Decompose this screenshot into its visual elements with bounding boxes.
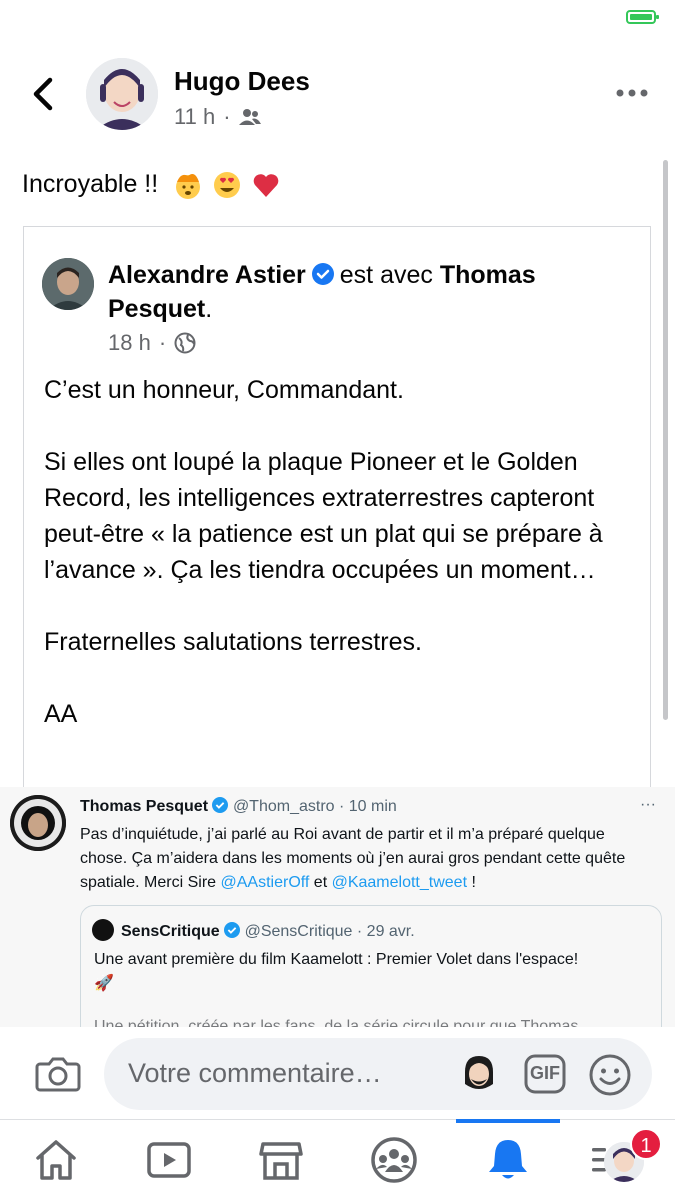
red-heart-emoji-icon [253, 174, 279, 198]
heart-eyes-emoji-icon [214, 172, 241, 199]
nav-divider [0, 1119, 675, 1120]
body-paragraph: C’est un honneur, Commandant. [44, 376, 404, 404]
avatar-sticker-icon[interactable] [460, 1054, 498, 1094]
shared-author-avatar[interactable] [42, 258, 94, 310]
tweet-text-part: et [309, 874, 332, 891]
avatar-illustration [86, 58, 158, 130]
post-meta: 11 h · [174, 104, 261, 130]
author-avatar[interactable] [86, 58, 158, 130]
tagged-suffix: . [205, 295, 213, 323]
body-paragraph: Si elles ont loupé la plaque Pioneer et … [44, 448, 603, 584]
quoted-text-content: Une avant première du film Kaamelott : P… [94, 951, 579, 968]
tweet-text-part: ! [467, 874, 476, 891]
shared-post-time: 18 h [108, 330, 151, 355]
verified-badge-icon [224, 922, 241, 938]
shared-post-header: Alexandre Astier est avec Thomas Pesquet. [108, 258, 628, 326]
tweet-author-name: Thomas Pesquet [80, 798, 209, 815]
author-name[interactable]: Hugo Dees [174, 66, 310, 97]
rocket-icon: 🚀 [94, 975, 114, 992]
verified-badge-icon [212, 797, 229, 813]
home-icon[interactable] [32, 1136, 80, 1184]
scrollbar[interactable] [663, 160, 668, 720]
shared-post-meta: 18 h · [108, 330, 196, 356]
post-text-content: Incroyable !! [22, 170, 159, 198]
notification-badge: 1 [630, 1128, 662, 1160]
notifications-icon[interactable] [484, 1136, 532, 1184]
tweet-handle: @Thom_astro [232, 798, 335, 815]
tweet-author-avatar [10, 795, 66, 851]
quoted-author-avatar [92, 919, 114, 941]
tweet-header: Thomas Pesquet @Thom_astro · 10 min [80, 797, 397, 816]
body-paragraph: Fraternelles salutations terrestres. [44, 628, 422, 656]
post-time: 11 h [174, 104, 216, 129]
shared-avatar-illustration [42, 258, 94, 310]
video-icon[interactable] [145, 1136, 193, 1184]
meta-dot: · [158, 330, 167, 355]
tweet-mention: @AAstierOff [220, 874, 310, 891]
tweet-mention: @Kaamelott_tweet [331, 874, 468, 891]
exploding-head-emoji-icon [176, 174, 201, 200]
meta-dot: · [223, 104, 231, 129]
tweet-time: · 10 min [339, 798, 397, 815]
quoted-tweet-text: Une avant première du film Kaamelott : P… [94, 948, 654, 996]
emoji-picker-icon[interactable] [588, 1053, 632, 1097]
friends-icon [238, 109, 261, 125]
with-text: est avec [339, 261, 433, 289]
groups-icon[interactable] [370, 1136, 418, 1184]
quoted-time: · 29 avr. [356, 923, 415, 940]
tweet-text: Pas d’inquiétude, j’ai parlé au Roi avan… [80, 823, 650, 895]
body-paragraph: AA [44, 700, 78, 728]
quoted-author-name: SensCritique [121, 923, 220, 940]
tweet-more-icon: ··· [640, 796, 656, 813]
more-options-icon[interactable] [612, 80, 652, 106]
tweet-avatar-illustration [10, 795, 66, 851]
gif-button[interactable]: GIF [524, 1054, 566, 1094]
marketplace-icon[interactable] [257, 1136, 305, 1184]
camera-icon[interactable] [34, 1050, 82, 1098]
active-tab-indicator [456, 1119, 560, 1123]
comment-placeholder: Votre commentaire… [128, 1058, 382, 1088]
globe-icon [174, 332, 196, 354]
shared-post-body: C’est un honneur, Commandant. Si elles o… [44, 372, 644, 732]
battery-icon [626, 10, 659, 24]
back-arrow-icon[interactable] [24, 74, 64, 114]
gif-label: GIF [530, 1063, 560, 1083]
quoted-handle: @SensCritique [244, 923, 353, 940]
shared-author-name[interactable]: Alexandre Astier [108, 261, 306, 289]
verified-badge-icon [311, 263, 334, 285]
quoted-tweet-header: SensCritique @SensCritique · 29 avr. [121, 922, 415, 941]
post-text: Incroyable !! [22, 170, 281, 200]
